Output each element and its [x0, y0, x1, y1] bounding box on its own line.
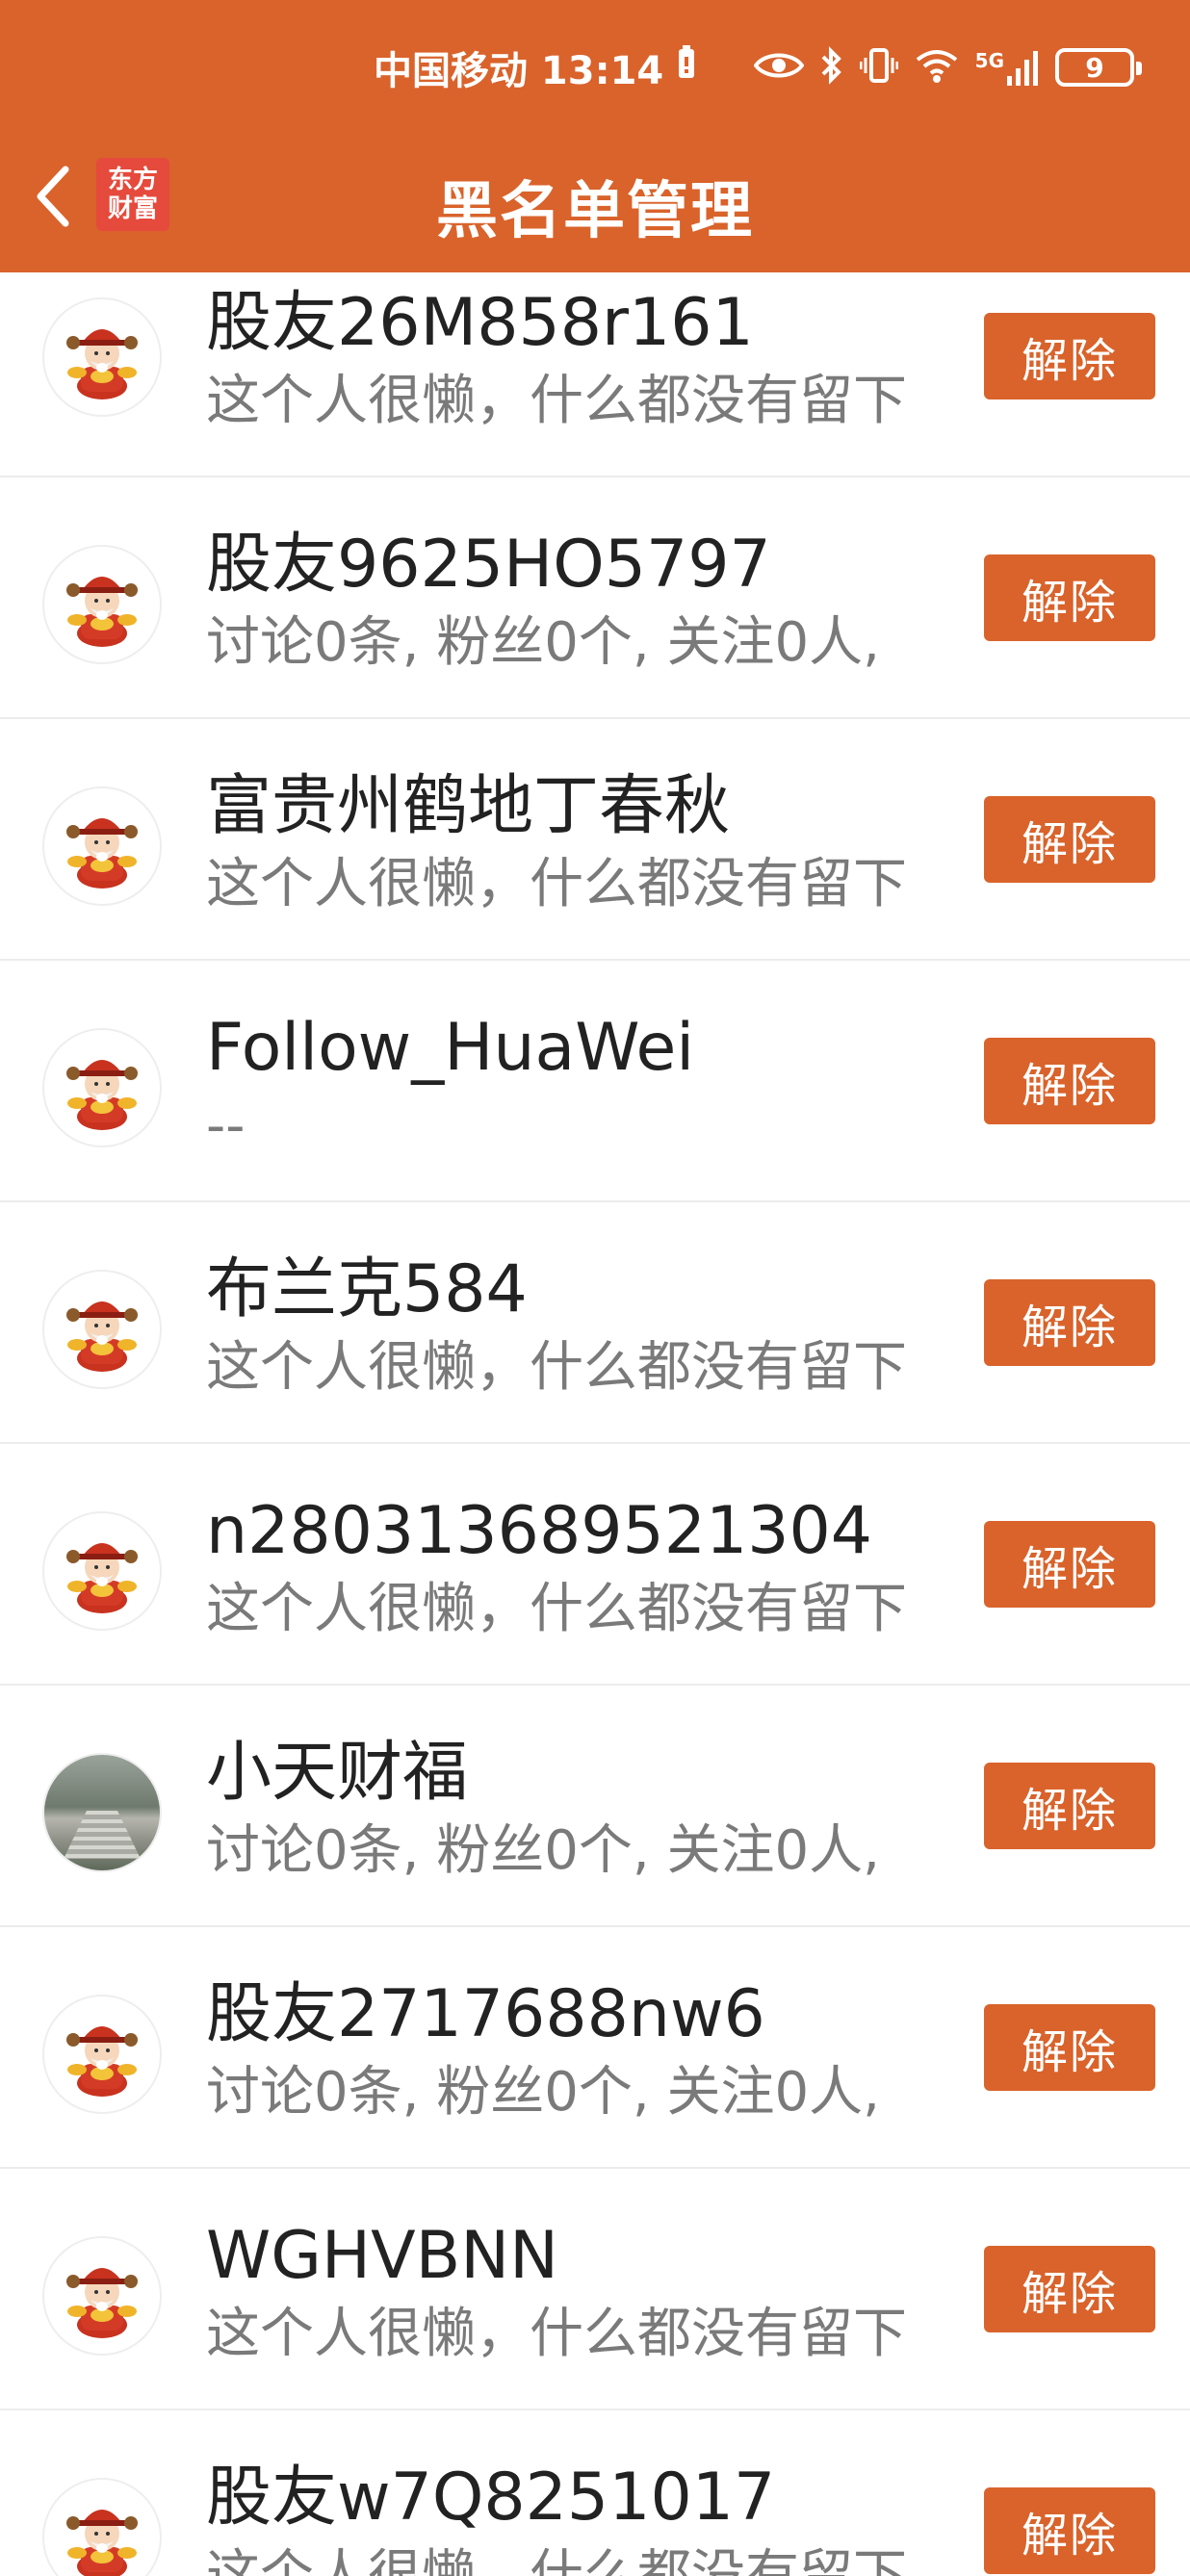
unblock-button[interactable]: 解除: [984, 1279, 1155, 1366]
unblock-button[interactable]: 解除: [984, 1763, 1155, 1849]
list-item: 小天财福 讨论0条, 粉丝0个, 关注0人, 解除: [0, 1686, 1190, 1927]
user-name[interactable]: n280313689521304: [206, 1488, 959, 1575]
list-item: WGHVBNN 这个人很懒，什么都没有留下 解除: [0, 2169, 1190, 2410]
avatar[interactable]: [42, 545, 162, 664]
avatar[interactable]: [42, 297, 162, 417]
user-description: 讨论0条, 粉丝0个, 关注0人,: [206, 1819, 880, 1882]
status-left: 中国移动 13:14: [374, 37, 696, 98]
avatar[interactable]: [42, 1028, 162, 1147]
user-description: 这个人很懒，什么都没有留下: [206, 370, 907, 432]
user-name[interactable]: WGHVBNN: [206, 2213, 959, 2300]
unblock-button[interactable]: 解除: [984, 2246, 1155, 2332]
avatar[interactable]: [42, 786, 162, 906]
caishen-mascot-icon: [66, 1543, 138, 1613]
signal-5g-icon: 5G: [975, 49, 1040, 86]
status-icons: 5G 9: [753, 37, 1142, 98]
unblock-button[interactable]: 解除: [984, 1521, 1155, 1608]
user-description: 讨论0条, 粉丝0个, 关注0人,: [206, 611, 880, 674]
list-item: 股友2717688nw6 讨论0条, 粉丝0个, 关注0人, 解除: [0, 1927, 1190, 2169]
unblock-button[interactable]: 解除: [984, 313, 1155, 399]
caishen-mascot-icon: [66, 2026, 138, 2097]
list-item: n280313689521304 这个人很懒，什么都没有留下 解除: [0, 1444, 1190, 1686]
avatar-photo[interactable]: [42, 1753, 162, 1872]
avatar[interactable]: [42, 1511, 162, 1631]
user-name[interactable]: Follow_HuaWei: [206, 1005, 959, 1092]
user-name[interactable]: 富贵州鹤地丁春秋: [206, 763, 959, 850]
user-name[interactable]: 股友9625HO5797: [206, 522, 959, 608]
header-bar: 中国移动 13:14 5G 9 东方财富 黑名单管理: [0, 0, 1190, 272]
user-name[interactable]: 布兰克584: [206, 1247, 959, 1333]
avatar[interactable]: [42, 1995, 162, 2114]
blacklist: 股友26M858r161 这个人很懒，什么都没有留下 解除 股友9625HO57…: [0, 236, 1190, 2576]
unblock-button[interactable]: 解除: [984, 2004, 1155, 2091]
bluetooth-icon: [819, 46, 844, 89]
list-item: 富贵州鹤地丁春秋 这个人很懒，什么都没有留下 解除: [0, 719, 1190, 961]
user-description: 讨论0条, 粉丝0个, 关注0人,: [206, 2061, 880, 2124]
status-bar: 中国移动 13:14 5G 9: [0, 37, 1190, 98]
eye-icon: [753, 49, 805, 86]
carrier-time: 中国移动 13:14: [374, 49, 664, 93]
battery-icon: 9: [1055, 48, 1142, 87]
caishen-mascot-icon: [66, 577, 138, 647]
list-item: Follow_HuaWei -- 解除: [0, 961, 1190, 1202]
caishen-mascot-icon: [66, 1301, 138, 1372]
photo-steps: [64, 1811, 141, 1859]
avatar[interactable]: [42, 2236, 162, 2356]
user-name[interactable]: 股友w7Q8251017: [206, 2455, 959, 2541]
wifi-icon: [914, 46, 960, 89]
caishen-mascot-icon: [66, 818, 138, 889]
network-label: 5G: [974, 49, 1004, 72]
user-name[interactable]: 小天财福: [206, 1730, 959, 1816]
user-description: 这个人很懒，什么都没有留下: [206, 853, 907, 915]
page-title: 黑名单管理: [436, 176, 754, 247]
user-description: --: [206, 1095, 246, 1157]
list-item: 股友w7Q8251017 这个人很懒，什么都没有留下 解除: [0, 2410, 1190, 2576]
battery-saver-icon: [677, 45, 696, 90]
user-name[interactable]: 股友26M858r161: [206, 280, 959, 367]
user-description: 这个人很懒，什么都没有留下: [206, 2303, 907, 2365]
user-description: 这个人很懒，什么都没有留下: [206, 2544, 907, 2576]
nav-row: 东方财富 黑名单管理: [0, 144, 1190, 248]
avatar[interactable]: [42, 2478, 162, 2576]
battery-level: 9: [1085, 51, 1104, 84]
unblock-button[interactable]: 解除: [984, 2487, 1155, 2574]
app-screen: 中国移动 13:14 5G 9 东方财富 黑名单管理 股友26M858r161 …: [0, 0, 1190, 2576]
caishen-mascot-icon: [66, 329, 138, 399]
user-description: 这个人很懒，什么都没有留下: [206, 1336, 907, 1399]
avatar[interactable]: [42, 1270, 162, 1389]
list-item: 布兰克584 这个人很懒，什么都没有留下 解除: [0, 1202, 1190, 1444]
unblock-button[interactable]: 解除: [984, 554, 1155, 641]
user-name[interactable]: 股友2717688nw6: [206, 1971, 959, 2058]
unblock-button[interactable]: 解除: [984, 796, 1155, 883]
user-description: 这个人很懒，什么都没有留下: [206, 1578, 907, 1640]
vibrate-icon: [859, 46, 899, 89]
caishen-mascot-icon: [66, 1060, 138, 1130]
list-item: 股友9625HO5797 讨论0条, 粉丝0个, 关注0人, 解除: [0, 477, 1190, 719]
unblock-button[interactable]: 解除: [984, 1038, 1155, 1124]
caishen-mascot-icon: [66, 2510, 138, 2576]
caishen-mascot-icon: [66, 2268, 138, 2338]
